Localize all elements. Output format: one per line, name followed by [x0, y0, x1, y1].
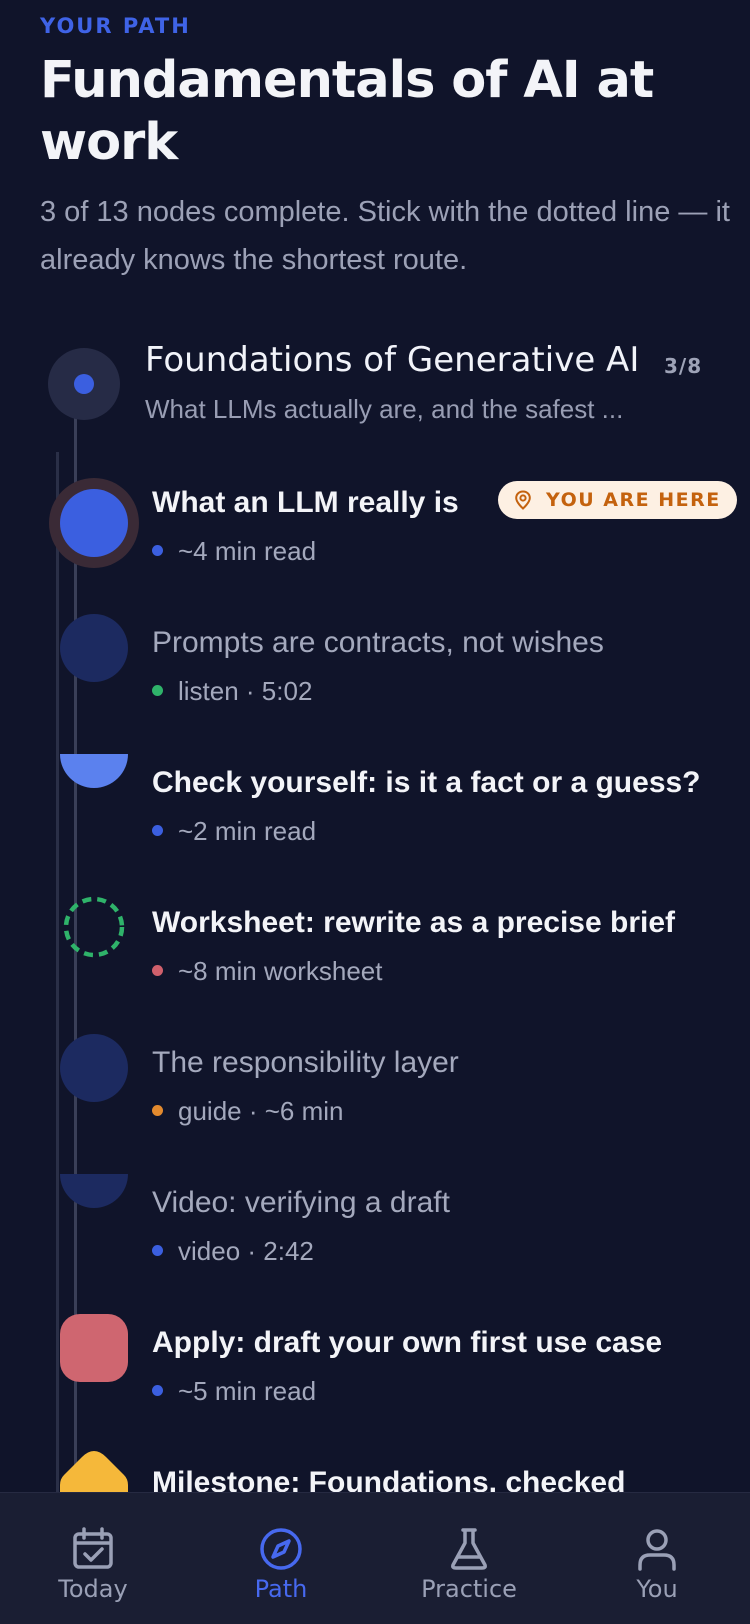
- tab-label: Today: [58, 1575, 128, 1603]
- lesson-meta: video · 2:42: [152, 1233, 314, 1269]
- lesson-meta-text: ~5 min read: [178, 1376, 317, 1406]
- quiz-node-half-circle: [60, 754, 128, 788]
- tab-label: Path: [254, 1575, 308, 1603]
- worksheet-node-dashed: [63, 896, 125, 958]
- lesson-meta-text: listen · 5:02: [178, 676, 313, 706]
- section-description: What LLMs actually are, and the safest .…: [145, 394, 624, 424]
- lesson-meta: ~8 min worksheet: [152, 953, 382, 989]
- tab-today[interactable]: Today: [18, 1493, 168, 1624]
- tab-practice[interactable]: Practice: [394, 1493, 544, 1624]
- lesson-title: The responsibility layer: [152, 1046, 459, 1079]
- tab-you[interactable]: You: [582, 1493, 732, 1624]
- tab-label: Practice: [421, 1575, 517, 1603]
- section-progress-count: 3/8: [664, 354, 703, 378]
- lesson-meta-text: ~2 min read: [178, 816, 317, 846]
- lesson-meta: listen · 5:02: [152, 673, 312, 709]
- meta-dot: [152, 1384, 163, 1396]
- lesson-title: Worksheet: rewrite as a precise brief: [152, 906, 676, 939]
- lesson-meta: ~2 min read: [152, 813, 316, 849]
- lesson-title: Video: verifying a draft: [152, 1186, 450, 1219]
- lesson-meta-text: ~4 min read: [178, 536, 317, 566]
- path-screen: YOUR PATH Fundamentals of AI at work 3 o…: [0, 0, 750, 1624]
- lesson-node-locked: [60, 1034, 128, 1102]
- section-node[interactable]: [48, 348, 120, 420]
- lesson-item-worksheet[interactable]: Worksheet: rewrite as a precise brief ~8…: [0, 896, 750, 1023]
- video-node-half-circle: [60, 1174, 128, 1208]
- location-pin-icon: [515, 490, 531, 510]
- lesson-meta: ~4 min read: [152, 533, 316, 569]
- lesson-node-locked: [60, 614, 128, 682]
- section-title[interactable]: Foundations of Generative AI: [145, 340, 639, 380]
- lesson-item-video[interactable]: Video: verifying a draft video · 2:42: [0, 1174, 750, 1303]
- meta-dot: [152, 1104, 163, 1116]
- lesson-meta: guide · ~6 min: [152, 1093, 343, 1129]
- meta-dot: [152, 544, 163, 556]
- page-subtitle: 3 of 13 nodes complete. Stick with the d…: [40, 196, 730, 276]
- lesson-meta-text: guide · ~6 min: [178, 1096, 344, 1126]
- meta-dot: [152, 824, 163, 836]
- flask-icon: [451, 1528, 487, 1570]
- lesson-item-what-an-llm[interactable]: What an LLM really is YOU ARE HERE ~4 mi…: [0, 478, 750, 603]
- lesson-title: Apply: draft your own first use case: [152, 1326, 663, 1359]
- calendar-check-icon: [73, 1527, 113, 1569]
- lesson-meta: ~5 min read: [152, 1373, 316, 1409]
- lesson-meta-text: video · 2:42: [178, 1236, 314, 1266]
- meta-dot: [152, 1244, 163, 1256]
- section-progress-dot: [74, 374, 94, 394]
- meta-dot: [152, 684, 163, 696]
- lesson-title: Prompts are contracts, not wishes: [152, 626, 604, 659]
- compass-icon: [260, 1528, 302, 1570]
- badge-label: YOU ARE HERE: [546, 489, 721, 511]
- lesson-item-check-yourself[interactable]: Check yourself: is it a fact or a guess?…: [0, 754, 750, 883]
- lesson-title: Check yourself: is it a fact or a guess?: [152, 766, 701, 799]
- bottom-tab-bar: Today Path Practice You: [0, 1492, 750, 1624]
- tab-label: You: [636, 1575, 678, 1603]
- lesson-title: What an LLM really is: [152, 486, 459, 519]
- lesson-item-responsibility[interactable]: The responsibility layer guide · ~6 min: [0, 1034, 750, 1163]
- eyebrow-label: YOUR PATH: [40, 14, 191, 38]
- user-icon: [638, 1529, 676, 1571]
- lesson-meta-text: ~8 min worksheet: [178, 956, 383, 986]
- page-title: Fundamentals of AI at work: [40, 51, 654, 172]
- apply-node-rounded-square: [60, 1314, 128, 1382]
- lesson-item-prompts[interactable]: Prompts are contracts, not wishes listen…: [0, 614, 750, 743]
- tab-path[interactable]: Path: [206, 1493, 356, 1624]
- meta-dot: [152, 964, 163, 976]
- current-lesson-node: [49, 478, 139, 568]
- you-are-here-badge: YOU ARE HERE: [498, 481, 737, 519]
- lesson-item-apply[interactable]: Apply: draft your own first use case ~5 …: [0, 1314, 750, 1443]
